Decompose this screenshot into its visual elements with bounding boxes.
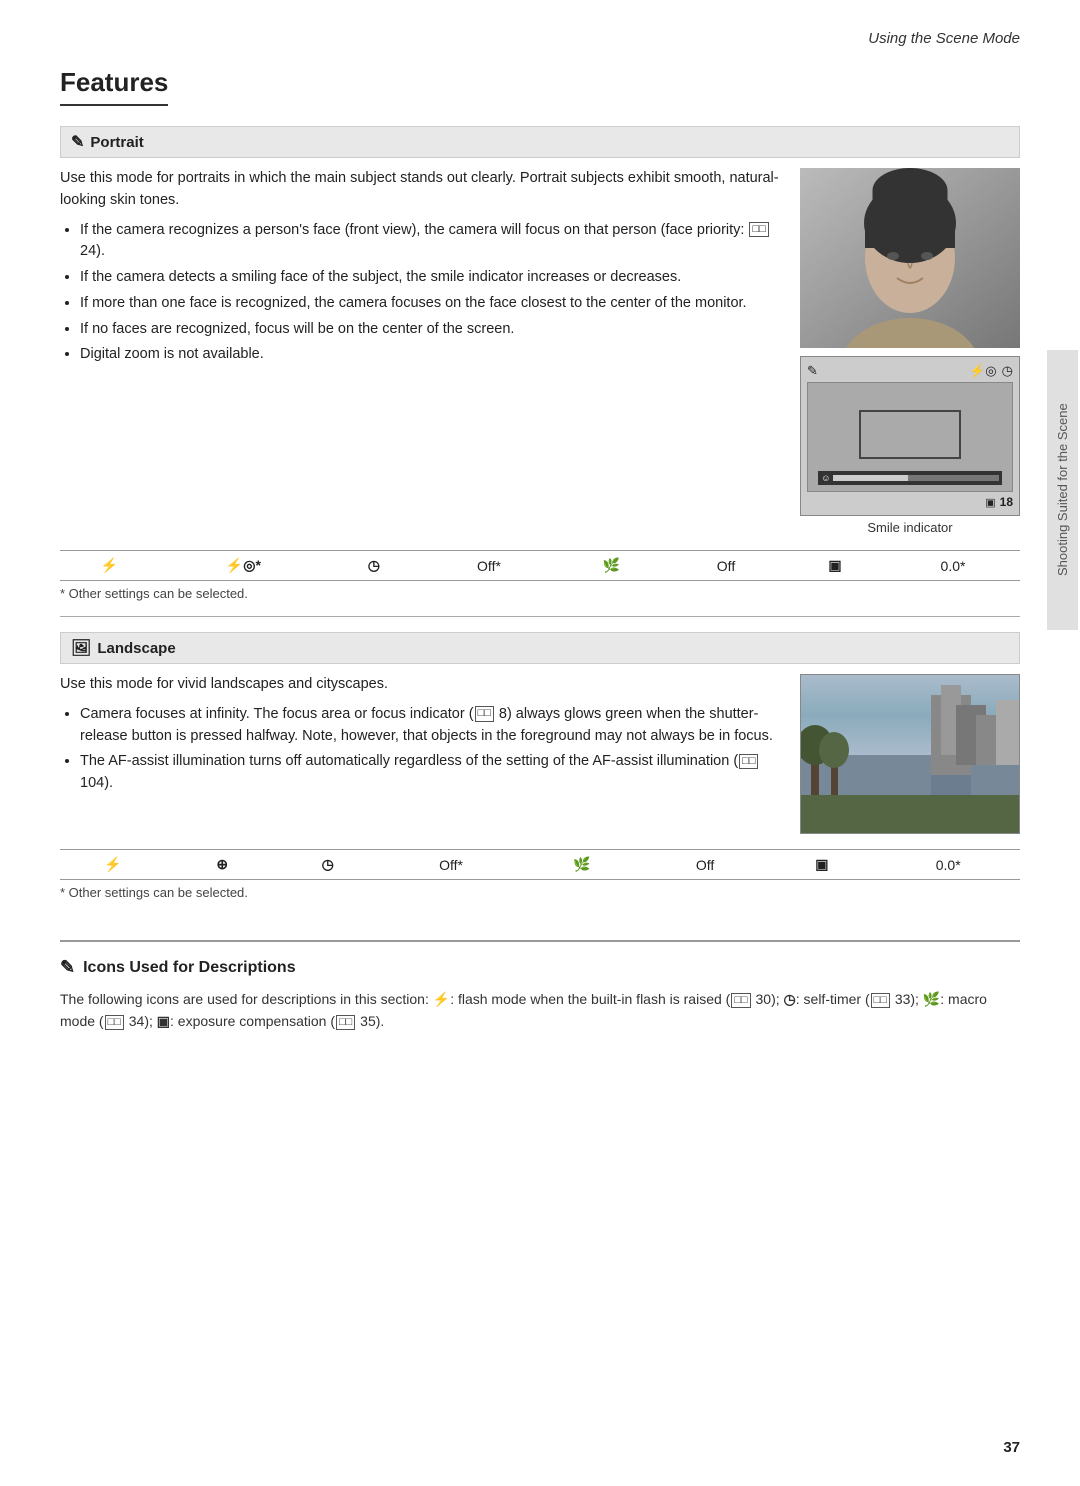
camera-bottom-icons: ▣ 18 [807, 495, 1013, 509]
portrait-section: ✎ Portrait Use this mode for portraits i… [60, 126, 1020, 601]
portrait-settings-row: ⚡ ⚡◎* ◷ Off* 🌿 Off ▣ 0.0* [60, 551, 1020, 581]
portrait-mode-icon: ✎ [807, 363, 818, 379]
portrait-icon: ✎ [71, 132, 84, 152]
landscape-section: 🖼 Landscape Use this mode for vivid land… [60, 632, 1020, 900]
portrait-bullet-2: If the camera detects a smiling face of … [80, 267, 780, 289]
portrait-bullet-5: Digital zoom is not available. [80, 344, 780, 366]
portrait-body: Use this mode for portraits in which the… [60, 168, 780, 212]
flash-icon-cam: ⚡◎ [969, 363, 997, 379]
smile-bar-indicator [833, 475, 907, 481]
icons-section: ✎ Icons Used for Descriptions The follow… [60, 940, 1020, 1033]
ps-off1: Off* [423, 551, 554, 581]
ps-flash-mode: ⚡◎* [162, 551, 324, 581]
landscape-photo [800, 674, 1020, 834]
section-divider-1 [60, 616, 1020, 617]
ps-timer: ◷ [324, 551, 423, 581]
focus-box [859, 410, 961, 459]
icons-description: The following icons are used for descrip… [60, 988, 1020, 1033]
side-text: Shooting Suited for the Scene [1047, 350, 1078, 630]
side-text-container: Shooting Suited for the Scene [1045, 350, 1080, 630]
portrait-two-col: Use this mode for portraits in which the… [60, 168, 1020, 535]
pencil-icon: ✎ [60, 957, 75, 978]
ls-exp-val: 0.0* [876, 850, 1020, 880]
ls-off2: Off [643, 850, 767, 880]
landscape-settings-table: ⚡ ⊕ ◷ Off* 🌿 Off ▣ 0.0* [60, 849, 1020, 880]
portrait-text-col: Use this mode for portraits in which the… [60, 168, 780, 535]
ls-off1: Off* [381, 850, 521, 880]
camera-top-icons: ✎ ⚡◎ ◷ [807, 363, 1013, 379]
portrait-bullet-3: If more than one face is recognized, the… [80, 293, 780, 315]
main-content: Features ✎ Portrait Use this mode for po… [0, 57, 1080, 1073]
portrait-bullet-1: If the camera recognizes a person's face… [80, 220, 780, 264]
landscape-heading: Landscape [97, 640, 175, 657]
portrait-image-col: ✎ ⚡◎ ◷ ☺ [800, 168, 1020, 535]
ps-exp-val: 0.0* [886, 551, 1020, 581]
ls-macro: 🌿 [521, 850, 643, 880]
landscape-icon: 🖼 [71, 638, 91, 658]
frame-count: 18 [1000, 495, 1013, 509]
camera-screen: ✎ ⚡◎ ◷ ☺ [800, 356, 1020, 516]
portrait-settings-note: * Other settings can be selected. [60, 586, 1020, 601]
icons-section-heading: Icons Used for Descriptions [83, 959, 296, 977]
portrait-settings-table: ⚡ ⚡◎* ◷ Off* 🌿 Off ▣ 0.0* [60, 550, 1020, 581]
landscape-body: Use this mode for vivid landscapes and c… [60, 674, 780, 696]
portrait-bullet-4: If no faces are recognized, focus will b… [80, 319, 780, 341]
portrait-section-header: ✎ Portrait [60, 126, 1020, 158]
icons-section-header: ✎ Icons Used for Descriptions [60, 957, 1020, 978]
camera-right-icons: ⚡◎ ◷ [969, 363, 1013, 379]
ps-flash: ⚡ [60, 551, 162, 581]
portrait-bullet-list: If the camera recognizes a person's face… [80, 220, 780, 367]
ps-macro: 🌿 [555, 551, 668, 581]
ls-circle: ⊕ [170, 850, 275, 880]
header-title: Using the Scene Mode [868, 30, 1020, 47]
page-number: 37 [1003, 1439, 1020, 1456]
landscape-text-col: Use this mode for vivid landscapes and c… [60, 674, 780, 834]
ls-flash: ⚡ [60, 850, 170, 880]
portrait-photo [800, 168, 1020, 348]
ls-exp-icon: ▣ [767, 850, 876, 880]
page-header: Using the Scene Mode [0, 0, 1080, 57]
viewfinder: ☺ [807, 382, 1013, 492]
landscape-image-col [800, 674, 1020, 834]
landscape-bullet-1: Camera focuses at infinity. The focus ar… [80, 704, 780, 748]
smile-face-icon: ☺ [821, 473, 830, 483]
ps-exp-icon: ▣ [784, 551, 886, 581]
smile-bar-fill [833, 475, 998, 481]
timer-icon-cam: ◷ [1002, 363, 1013, 379]
landscape-section-header: 🖼 Landscape [60, 632, 1020, 664]
page-title: Features [60, 67, 168, 106]
smile-bar: ☺ [818, 471, 1002, 485]
landscape-settings-note: * Other settings can be selected. [60, 885, 1020, 900]
landscape-settings-row: ⚡ ⊕ ◷ Off* 🌿 Off ▣ 0.0* [60, 850, 1020, 880]
smile-indicator-label: Smile indicator [800, 520, 1020, 535]
landscape-bullet-2: The AF-assist illumination turns off aut… [80, 751, 780, 795]
landscape-two-col: Use this mode for vivid landscapes and c… [60, 674, 1020, 834]
ps-off2: Off [668, 551, 784, 581]
ls-timer: ◷ [275, 850, 381, 880]
portrait-heading: Portrait [90, 134, 143, 151]
memory-icon: ▣ [985, 496, 995, 509]
landscape-bullet-list: Camera focuses at infinity. The focus ar… [80, 704, 780, 795]
